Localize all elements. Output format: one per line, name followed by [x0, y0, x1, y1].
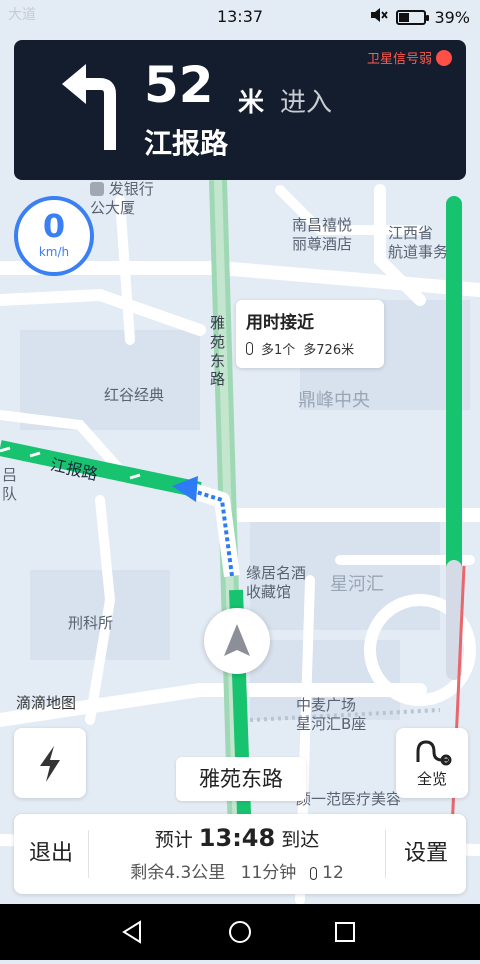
poi-xingke: 刑科所: [68, 614, 114, 632]
remaining-time: 11分钟: [240, 863, 297, 883]
turn-action: 进入: [280, 88, 333, 118]
route-comparison-card[interactable]: 用时接近 多1个 多726米: [236, 300, 384, 368]
route-overview-icon: [416, 740, 452, 766]
speed-value: 0: [42, 207, 66, 245]
turn-distance-unit: 米: [238, 88, 265, 118]
gps-weak-indicator: 卫星信号弱: [367, 48, 452, 67]
battery-icon: [396, 9, 430, 25]
poi-hotel: 南昌禧悦 丽尊酒店: [292, 216, 353, 253]
trip-summary-panel: 退出 预计 13:48 到达 剩余4.3公里 11分钟 12 设置: [14, 814, 466, 894]
turn-left-icon: [60, 62, 124, 154]
area-xinghe: 星河汇: [330, 574, 384, 595]
remaining-info: 剩余4.3公里 11分钟 12: [88, 858, 386, 883]
poi-yiyifan: 颜一范医疗美容: [296, 790, 402, 808]
navigation-arrow-icon: [224, 624, 250, 656]
turn-instruction-banner[interactable]: 52 米 进入 江报路 卫星信号弱: [14, 40, 466, 180]
status-right: 39%: [370, 7, 470, 27]
remaining-lights: 12: [322, 863, 344, 883]
overview-button[interactable]: 全览: [396, 728, 468, 798]
poi-luju: 缘居名酒 收藏馆: [246, 564, 307, 601]
speedometer: 0 km/h: [14, 196, 94, 276]
turn-distance: 52: [144, 56, 214, 114]
lightning-icon: [40, 746, 60, 782]
remaining-distance: 剩余4.3公里: [130, 863, 226, 883]
next-road-name: 江报路: [144, 127, 229, 160]
traffic-light-icon: [309, 867, 317, 880]
overview-label: 全览: [416, 770, 447, 788]
recents-icon[interactable]: [335, 922, 355, 942]
poi-bank: 发银行 公大厦: [90, 180, 154, 217]
poi-left-edge: 吕 队: [2, 466, 18, 503]
speed-unit: km/h: [38, 245, 70, 259]
exit-button[interactable]: 退出: [14, 814, 88, 894]
home-icon[interactable]: [229, 921, 251, 943]
poi-didi: 滴滴地图: [16, 694, 77, 712]
eta-line: 预计 13:48 到达: [154, 824, 320, 852]
mute-icon: [370, 7, 389, 27]
car-position-marker: [204, 608, 270, 674]
route-tip-title: 用时接近: [246, 313, 314, 333]
poi-honggu: 红谷经典: [104, 386, 165, 404]
poi-province: 江西省 航道事务: [388, 224, 449, 261]
current-road-label: 雅苑东路: [176, 757, 306, 801]
area-dingfeng: 鼎峰中央: [298, 390, 370, 411]
gps-signal-icon: [436, 49, 452, 66]
extra-distance: 多726米: [303, 343, 355, 358]
battery-percent: 39%: [434, 7, 470, 27]
eta-time: 13:48: [198, 824, 276, 852]
quick-action-button[interactable]: [14, 728, 86, 798]
android-nav-bar: [0, 904, 480, 960]
status-bar: 大道 13:37 39%: [0, 0, 480, 34]
traffic-light-icon: [246, 342, 253, 355]
back-icon[interactable]: [122, 920, 141, 944]
poi-zhongmai: 中麦广场 星河汇B座: [296, 696, 367, 733]
settings-button[interactable]: 设置: [386, 814, 466, 894]
road-label-yayuan: 雅苑东路: [210, 314, 226, 389]
extra-lights: 多1个: [261, 343, 296, 358]
